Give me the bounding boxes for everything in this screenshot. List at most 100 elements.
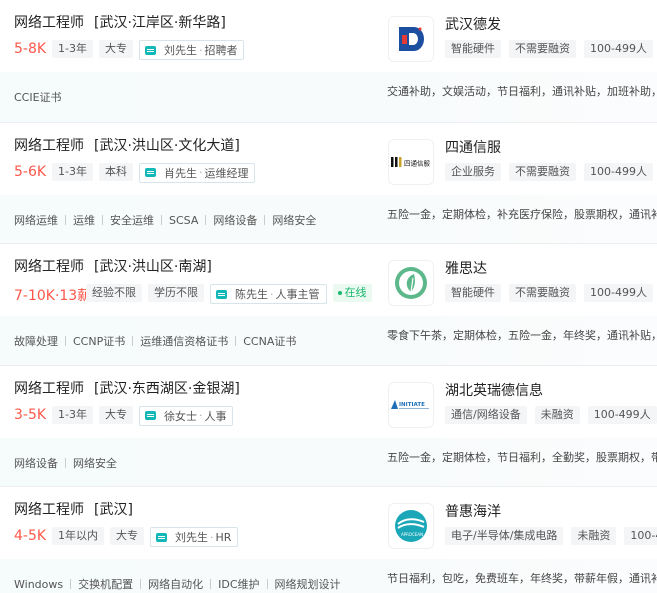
job-card-bottom: Windows 交换机配置 网络自动化 IDC维护 网络规划设计 节日福利，包吃，免费班… <box>0 559 657 593</box>
chat-icon <box>144 45 156 55</box>
job-name[interactable]: 网络工程师 <box>14 502 84 518</box>
job-card-top: 网络工程师 [武汉·江岸区·新华路] 5-8K 1-3年 大专 刘先生 · 招聘者 <box>0 0 657 72</box>
skill-tag: 网络自动化 <box>133 578 203 591</box>
experience-tag: 经验不限 <box>86 284 142 303</box>
initiate-logo-icon[interactable]: INITIATE <box>388 381 434 428</box>
company-tags: 智能硬件 不需要融资 100-499人 <box>445 284 653 303</box>
education-tag: 本科 <box>98 162 133 181</box>
puhui-logo-icon[interactable]: APROCEAN <box>388 503 434 550</box>
job-title[interactable]: 网络工程师 [武汉·东西湖区·金银湖] <box>14 378 240 398</box>
benefits: 零食下午茶，定期体检，五险一金，年终奖，通讯补贴，节 <box>387 329 657 343</box>
job-requirements: 1年以内 大专 刘先生 · HR <box>52 527 239 548</box>
job-card-bottom: CCIE证书 交通补助，文娱活动，节日福利，通讯补贴，加班补助，特 <box>0 72 657 122</box>
job-name[interactable]: 网络工程师 <box>14 15 84 31</box>
recruiter-role: HR <box>215 530 232 544</box>
skill-tag: CCNP证书 <box>58 335 125 348</box>
recruiter-chat-button[interactable]: 肖先生 · 运维经理 <box>138 162 256 183</box>
skill-tags: 网络设备 网络安全 <box>14 455 117 471</box>
salary: 7-10K·13薪 <box>14 288 92 305</box>
education-tag: 大专 <box>98 405 133 424</box>
financing-tag: 不需要融资 <box>509 162 576 181</box>
initiate-logo-text: INITIATE <box>399 402 425 408</box>
financing-tag: 未融资 <box>571 527 617 546</box>
skill-tag: CCNA证书 <box>228 335 296 348</box>
industry-tag: 智能硬件 <box>445 284 501 303</box>
recruiter-role: 人事 <box>204 409 227 423</box>
job-card[interactable]: 网络工程师 [武汉·东西湖区·金银湖] 3-5K 1-3年 大专 徐女士 · 人事 I… <box>0 364 657 487</box>
job-title[interactable]: 网络工程师 [武汉·洪山区·文化大道] <box>14 135 240 155</box>
skill-tags: 故障处理 CCNP证书 运维通信资格证书 CCNA证书 <box>14 333 296 349</box>
defa-logo-icon[interactable] <box>388 16 434 62</box>
financing-tag: 未融资 <box>534 405 580 424</box>
recruiter-role: 招聘者 <box>204 44 238 57</box>
company-tags: 智能硬件 不需要融资 100-499人 <box>445 40 653 58</box>
education-tag: 大专 <box>98 40 133 58</box>
yasida-logo-icon[interactable] <box>388 260 434 307</box>
company-tags: 电子/半导体/集成电路 未融资 100-499 <box>445 527 657 546</box>
separator-dot: · <box>270 287 274 301</box>
sitong-logo-icon[interactable]: 四通信服 <box>388 138 434 185</box>
online-dot-icon <box>337 291 342 296</box>
chat-icon <box>156 532 167 542</box>
recruiter-name: 刘先生 <box>163 44 197 57</box>
skill-tag: 网络设备 <box>14 456 58 470</box>
job-card[interactable]: 网络工程师 [武汉·江岸区·新华路] 5-8K 1-3年 大专 刘先生 · 招聘者 <box>0 0 657 122</box>
skill-tag: Windows <box>14 578 64 592</box>
company-name[interactable]: 湖北英瑞德信息 <box>445 380 543 400</box>
recruiter-chat-button[interactable]: 徐女士 · 人事 <box>138 405 234 426</box>
company-name[interactable]: 武汉德发 <box>445 14 501 34</box>
job-card-bottom: 故障处理 CCNP证书 运维通信资格证书 CCNA证书 零食下午茶，定期体检，五险一金… <box>0 316 657 365</box>
job-title[interactable]: 网络工程师 [武汉·洪山区·南湖] <box>14 256 212 276</box>
skill-tags: Windows 交换机配置 网络自动化 IDC维护 网络规划设计 <box>14 576 341 592</box>
company-name[interactable]: 普惠海洋 <box>445 501 501 521</box>
industry-tag: 通信/网络设备 <box>445 405 527 424</box>
recruiter-chat-button[interactable]: 陈先生 · 人事主管 <box>210 284 327 305</box>
size-tag: 100-499人 <box>584 40 653 58</box>
online-badge: 在线 <box>332 284 372 303</box>
separator-dot: · <box>198 409 203 423</box>
recruiter-name: 刘先生 <box>175 531 208 545</box>
sitong-logo-text: 四通信服 <box>404 158 431 167</box>
skill-tag: 网络安全 <box>58 457 117 470</box>
company-tags: 企业服务 不需要融资 100-499人 <box>445 162 653 181</box>
job-card[interactable]: 网络工程师 [武汉·洪山区·南湖] 7-10K·13薪 经验不限 学历不限 陈先生… <box>0 243 657 365</box>
separator-dot: · <box>210 530 214 544</box>
industry-tag: 企业服务 <box>445 162 501 181</box>
skill-tag: 网络运维 <box>14 213 58 227</box>
job-area: [武汉·江岸区·新华路] <box>94 15 226 31</box>
company-tags: 通信/网络设备 未融资 100-499人 <box>445 405 657 424</box>
company-name[interactable]: 雅思达 <box>445 258 487 278</box>
industry-tag: 智能硬件 <box>445 40 501 58</box>
job-name[interactable]: 网络工程师 <box>14 381 84 397</box>
job-name[interactable]: 网络工程师 <box>14 138 84 154</box>
job-name[interactable]: 网络工程师 <box>14 259 84 275</box>
job-card[interactable]: 网络工程师 [武汉] 4-5K 1年以内 大专 刘先生 · HR APROCEAN <box>0 486 657 593</box>
benefits: 节日福利，包吃，免费班车，年终奖，带薪年假，通讯补贴 <box>387 572 657 586</box>
job-requirements: 1-3年 大专 徐女士 · 人事 <box>52 405 234 426</box>
benefits: 五险一金，定期体检，节日福利，全勤奖，股票期权，带薪 <box>387 450 657 464</box>
salary: 5-8K <box>14 41 47 57</box>
job-title[interactable]: 网络工程师 [武汉] <box>14 499 133 519</box>
recruiter-name: 徐女士 <box>163 409 197 423</box>
experience-tag: 1-3年 <box>52 405 93 424</box>
job-card[interactable]: 网络工程师 [武汉·洪山区·文化大道] 5-6K 1-3年 本科 肖先生 · 运维经理… <box>0 121 657 244</box>
recruiter-chat-button[interactable]: 刘先生 · 招聘者 <box>138 40 245 60</box>
separator-dot: · <box>198 43 203 57</box>
job-title[interactable]: 网络工程师 [武汉·江岸区·新华路] <box>14 12 226 32</box>
job-area: [武汉·东西湖区·金银湖] <box>94 380 240 397</box>
job-requirements: 经验不限 学历不限 陈先生 · 人事主管 在线 <box>86 284 372 305</box>
skill-tag: 运维通信资格证书 <box>125 335 228 348</box>
recruiter-chat-button[interactable]: 刘先生 · HR <box>150 527 239 548</box>
recruiter-role: 运维经理 <box>204 166 249 180</box>
job-card-bottom: 网络运维 运维 安全运维 SCSA 网络设备 网络安全 五险一金，定期体检，补充医疗保险，… <box>0 194 657 244</box>
skill-tags: 网络运维 运维 安全运维 SCSA 网络设备 网络安全 <box>14 212 316 228</box>
benefits: 五险一金，定期体检，补充医疗保险，股票期权，通讯补贴 <box>387 207 657 221</box>
company-name[interactable]: 四通信服 <box>445 137 501 157</box>
job-card-top: 网络工程师 [武汉·东西湖区·金银湖] 3-5K 1-3年 大专 徐女士 · 人事 I… <box>0 365 657 438</box>
skill-tag: 故障处理 <box>14 335 58 349</box>
education-tag: 大专 <box>110 527 144 546</box>
experience-tag: 1-3年 <box>52 162 93 181</box>
experience-tag: 1年以内 <box>52 527 104 546</box>
job-card-top: 网络工程师 [武汉] 4-5K 1年以内 大专 刘先生 · HR APROCEAN <box>0 487 657 560</box>
job-area: [武汉·洪山区·南湖] <box>94 259 212 276</box>
